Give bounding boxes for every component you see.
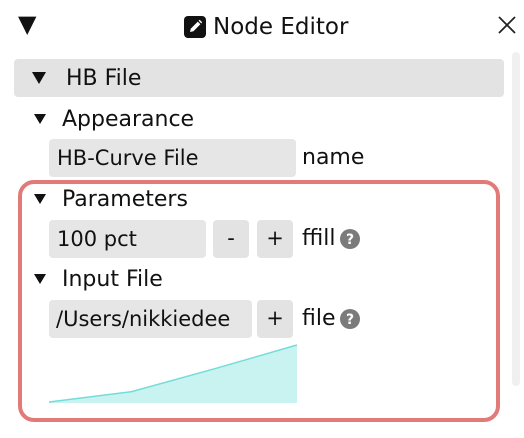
name-field[interactable]: HB-Curve File — [49, 139, 296, 177]
close-icon[interactable] — [496, 14, 518, 36]
expand-triangle-icon — [32, 72, 46, 84]
node-editor-window: ▼ Node Editor HB File Appearance HB-Curv… — [0, 0, 524, 438]
pencil-icon — [184, 16, 206, 38]
title-bar: ▼ Node Editor — [0, 0, 524, 52]
scrollbar[interactable] — [512, 52, 520, 386]
section-label: Appearance — [62, 106, 195, 132]
window-title-text: Node Editor — [213, 14, 349, 40]
highlight-outline — [18, 180, 500, 422]
node-header-label: HB File — [66, 65, 142, 91]
name-label-text: name — [302, 145, 365, 170]
expand-triangle-icon — [34, 114, 46, 124]
name-label: name — [302, 139, 364, 177]
section-appearance[interactable]: Appearance — [34, 104, 194, 134]
node-header-hb-file[interactable]: HB File — [14, 59, 504, 97]
window-title: Node Editor — [183, 12, 348, 42]
collapse-window-icon[interactable]: ▼ — [18, 10, 36, 38]
